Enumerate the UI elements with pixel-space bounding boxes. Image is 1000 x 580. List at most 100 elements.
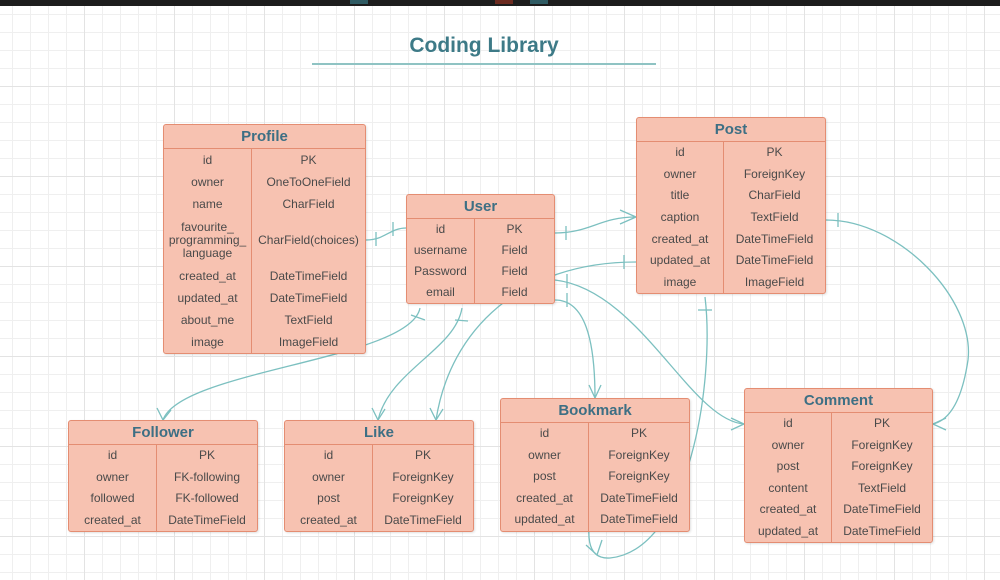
entity-like[interactable]: Like id owner post created_at PK Foreign…	[284, 420, 474, 532]
entity-bookmark[interactable]: Bookmark id owner post created_at update…	[500, 398, 690, 532]
field-type: PK	[766, 145, 783, 160]
field-type: Field	[501, 264, 528, 278]
field-name: created_at	[759, 502, 817, 517]
field-name: owner	[663, 166, 697, 181]
crowfoot	[156, 407, 172, 422]
field-type: DateTimeField	[735, 231, 814, 246]
toolbar-marker	[350, 0, 368, 4]
field-type: PK	[414, 448, 431, 463]
field-name: updated_at	[649, 253, 711, 268]
field-name: title	[670, 188, 690, 203]
field-type: FK-followed	[175, 491, 239, 506]
field-type: ForeignKey	[743, 166, 806, 181]
crowfoot	[585, 539, 603, 557]
field-name: favourite_ programming_ language	[168, 219, 247, 260]
field-name: post	[317, 491, 340, 506]
field-type: DateTimeField	[600, 512, 678, 527]
field-type: DateTimeField	[269, 290, 348, 305]
crowfoot	[588, 384, 602, 400]
crowfoot	[429, 407, 444, 422]
crowfoot	[619, 209, 638, 225]
field-type: DateTimeField	[600, 490, 678, 505]
field-type: ForeignKey	[392, 469, 454, 484]
field-type: ForeignKey	[851, 459, 913, 474]
field-name: owner	[528, 447, 561, 462]
entity-follower[interactable]: Follower id owner followed created_at PK…	[68, 420, 258, 532]
field-type: FK-following	[173, 469, 241, 484]
connector-user-like	[377, 307, 463, 421]
field-name: content	[768, 480, 808, 495]
entity-title: Follower	[69, 421, 257, 445]
field-type: DateTimeField	[735, 253, 814, 268]
field-name: id	[783, 416, 793, 431]
entity-comment[interactable]: Comment id owner post content created_at…	[744, 388, 933, 543]
field-name: updated_at	[514, 512, 575, 527]
field-name: id	[675, 145, 685, 160]
field-type: ForeignKey	[608, 447, 670, 462]
field-name: caption	[660, 210, 700, 225]
entity-title: User	[407, 195, 554, 219]
window-top-bar	[0, 0, 1000, 6]
entity-post[interactable]: Post id owner title caption created_at u…	[636, 117, 826, 295]
field-type: PK	[198, 448, 215, 463]
crowfoot	[730, 417, 746, 431]
entity-title: Comment	[745, 389, 932, 413]
field-name: email	[426, 285, 455, 299]
diagram-title: Coding Library	[409, 34, 559, 57]
field-type: OneToOneField	[266, 174, 351, 189]
field-name: id	[202, 152, 213, 167]
field-type: DateTimeField	[843, 523, 921, 538]
field-name: id	[107, 448, 118, 463]
field-type: ForeignKey	[608, 469, 670, 484]
cardinality-bar	[410, 314, 426, 321]
field-name: created_at	[300, 512, 357, 527]
field-name: owner	[96, 469, 129, 484]
field-type: ImageField	[278, 334, 339, 349]
toolbar-marker	[530, 0, 548, 4]
field-name: created_at	[651, 231, 709, 246]
field-name: followed	[90, 491, 135, 506]
field-type: PK	[300, 152, 317, 167]
connector-user-bookmark	[554, 299, 596, 399]
field-type: ImageField	[744, 274, 805, 289]
field-name: id	[539, 426, 550, 441]
field-name: username	[413, 243, 468, 257]
field-name: updated_at	[177, 290, 238, 305]
field-type: TextField	[750, 210, 799, 225]
field-type: DateTimeField	[384, 512, 462, 527]
field-name: owner	[771, 437, 805, 452]
field-type: DateTimeField	[843, 502, 921, 517]
cardinality-bar	[454, 319, 469, 322]
field-type: TextField	[857, 480, 907, 495]
toolbar-marker	[495, 0, 513, 4]
field-type: PK	[873, 416, 890, 431]
field-type: PK	[506, 222, 523, 236]
crowfoot	[931, 417, 947, 431]
field-type: PK	[630, 426, 647, 441]
field-name: id	[435, 222, 446, 236]
field-type: TextField	[284, 312, 333, 327]
field-type: CharField	[282, 196, 335, 211]
field-name: image	[191, 334, 224, 349]
field-name: created_at	[516, 490, 573, 505]
connector-user-post	[554, 216, 637, 234]
field-name: image	[663, 274, 697, 289]
entity-title: Profile	[164, 125, 365, 149]
title-underline	[312, 63, 656, 65]
connector-profile-user	[365, 227, 407, 241]
field-name: updated_at	[757, 523, 819, 538]
field-type: CharField	[748, 188, 801, 203]
field-type: CharField(choices)	[258, 232, 359, 247]
field-type: ForeignKey	[392, 491, 454, 506]
field-name: id	[323, 448, 334, 463]
field-name: created_at	[84, 512, 141, 527]
field-type: ForeignKey	[851, 437, 913, 452]
entity-user[interactable]: User id username Password email PK Field…	[406, 194, 555, 304]
field-name: owner	[312, 469, 345, 484]
entity-title: Post	[637, 118, 825, 142]
field-name: post	[776, 459, 800, 474]
field-type: DateTimeField	[168, 512, 246, 527]
entity-title: Bookmark	[501, 399, 689, 423]
entity-profile[interactable]: Profile id owner name favourite_ program…	[163, 124, 366, 354]
field-name: owner	[191, 174, 224, 189]
